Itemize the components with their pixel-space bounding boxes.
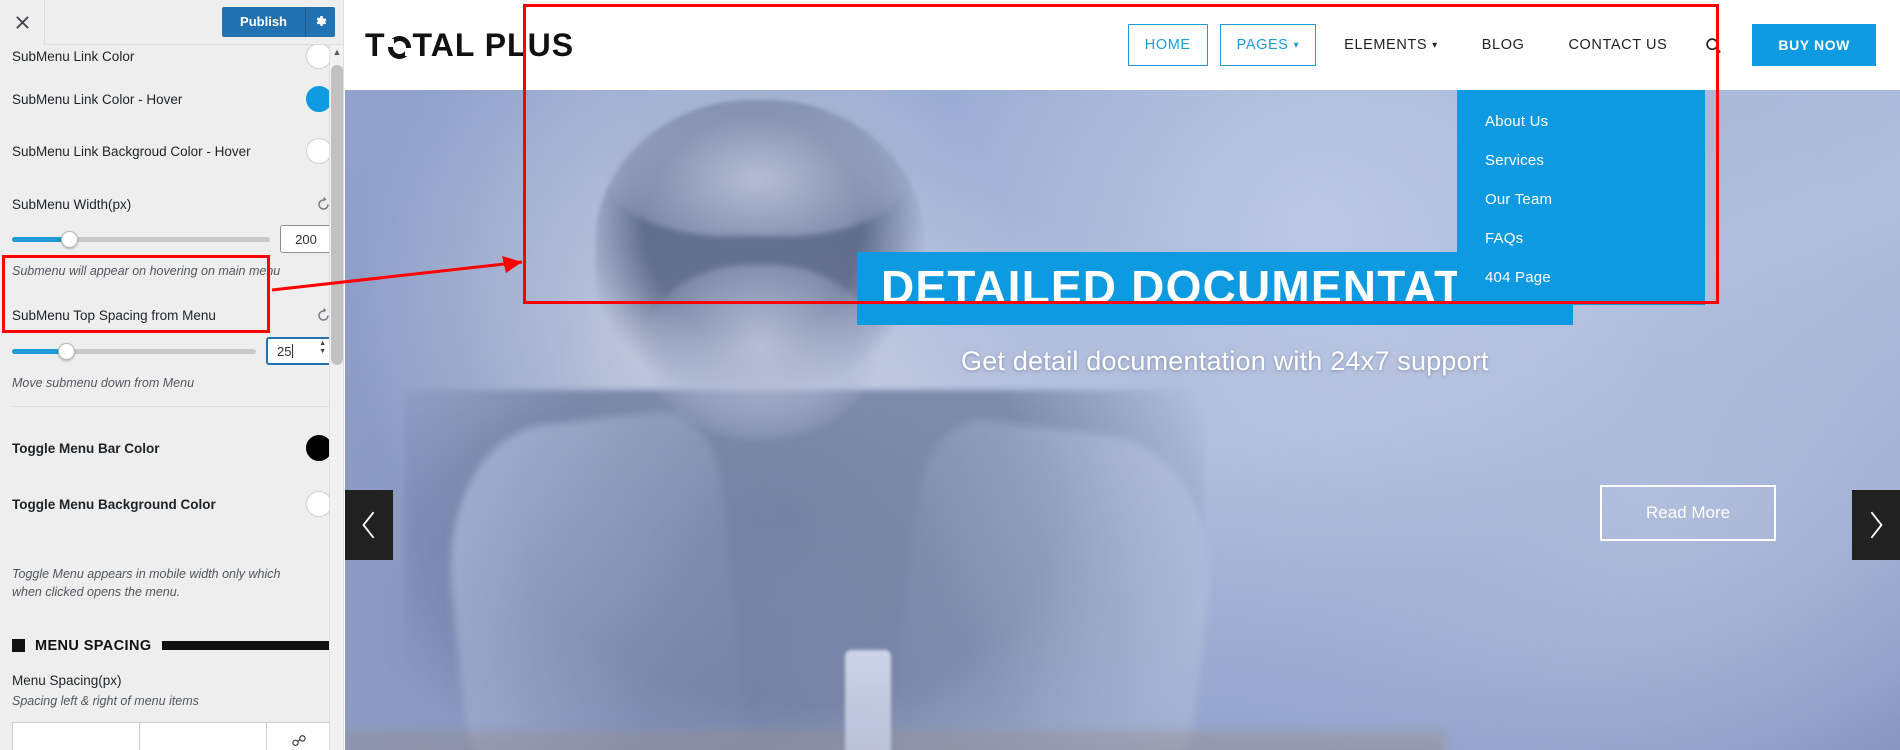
submenu-width-description: Submenu will appear on hovering on main … bbox=[12, 264, 281, 278]
nav-label: ELEMENTS bbox=[1344, 37, 1428, 53]
chevron-right-icon bbox=[1870, 511, 1883, 539]
chevron-left-icon bbox=[362, 511, 375, 539]
nav-item-blog[interactable]: BLOG bbox=[1466, 25, 1541, 65]
control-label: SubMenu Width(px) bbox=[12, 196, 132, 212]
nav-label: CONTACT US bbox=[1568, 37, 1668, 53]
control-label: Toggle Menu Bar Color bbox=[12, 440, 160, 456]
section-rule bbox=[161, 641, 332, 650]
search-icon bbox=[1706, 37, 1722, 53]
publish-settings-button[interactable] bbox=[305, 7, 335, 37]
publish-button[interactable]: Publish bbox=[222, 6, 305, 38]
control-toggle-menu-background-color[interactable]: Toggle Menu Background Color bbox=[0, 479, 343, 529]
spinner-down-icon[interactable]: ▼ bbox=[319, 348, 326, 355]
chevron-down-icon: ▾ bbox=[1432, 39, 1438, 51]
control-label: SubMenu Link Color - Hover bbox=[12, 91, 183, 107]
menu-spacing-description: Spacing left & right of menu items bbox=[12, 693, 199, 708]
logo-ring-icon bbox=[386, 35, 412, 59]
control-submenu-top-spacing-header: SubMenu Top Spacing from Menu bbox=[0, 293, 343, 337]
divider bbox=[12, 406, 332, 408]
submenu-top-spacing-slider[interactable] bbox=[12, 342, 256, 360]
link-values-toggle[interactable]: ☍ bbox=[267, 723, 331, 750]
submenu-item-404-page[interactable]: 404 Page bbox=[1457, 258, 1705, 297]
customizer-scrollbar[interactable]: ▲ bbox=[329, 45, 343, 750]
menu-spacing-right-input[interactable] bbox=[140, 722, 267, 750]
submenu-item-our-team[interactable]: Our Team bbox=[1457, 180, 1705, 219]
section-title: MENU SPACING bbox=[35, 637, 152, 654]
site-preview: DETAILED DOCUMENTATION Get detail docume… bbox=[345, 0, 1900, 750]
submenu-width-slider-row[interactable]: 200 bbox=[0, 225, 343, 253]
chevron-down-icon: ▾ bbox=[1293, 39, 1300, 51]
menu-spacing-left-input[interactable] bbox=[13, 722, 140, 750]
close-customizer-button[interactable] bbox=[0, 0, 45, 45]
control-label: SubMenu Link Backgroud Color - Hover bbox=[12, 143, 251, 159]
site-header: T TAL PLUS HOME PAGES ▾ ELEMENTS ▾ BLOG … bbox=[345, 0, 1900, 90]
nav-item-home[interactable]: HOME bbox=[1127, 24, 1208, 66]
control-label: SubMenu Link Color bbox=[12, 48, 135, 64]
customizer-topbar: Publish bbox=[0, 0, 343, 45]
control-submenu-link-color-hover[interactable]: SubMenu Link Color - Hover bbox=[0, 73, 343, 125]
logo-text-before: T bbox=[365, 26, 386, 63]
main-navigation: HOME PAGES ▾ ELEMENTS ▾ BLOG CONTACT US bbox=[1122, 24, 1900, 66]
control-submenu-link-bg-color-hover[interactable]: SubMenu Link Backgroud Color - Hover bbox=[0, 125, 343, 177]
control-submenu-width-header: SubMenu Width(px) bbox=[0, 183, 343, 225]
hero-read-more-button[interactable]: Read More bbox=[1600, 485, 1777, 541]
close-icon bbox=[15, 16, 29, 29]
spinner-up-icon[interactable]: ▲ bbox=[319, 340, 326, 347]
site-search-button[interactable] bbox=[1689, 27, 1738, 64]
hero-subtitle: Get detail documentation with 24x7 suppo… bbox=[961, 346, 1489, 376]
nav-label: PAGES bbox=[1236, 37, 1289, 53]
submenu-width-value[interactable]: 200 bbox=[280, 225, 332, 253]
logo-text-after: TAL PLUS bbox=[412, 26, 575, 63]
scroll-up-icon[interactable]: ▲ bbox=[332, 47, 342, 57]
publish-group: Publish bbox=[222, 0, 343, 44]
spinner-arrows[interactable]: ▲ ▼ bbox=[319, 340, 326, 355]
control-label: Toggle Menu Background Color bbox=[12, 496, 216, 512]
customizer-scroll-area[interactable]: SubMenu Link Color SubMenu Link Color - … bbox=[0, 45, 343, 750]
nav-label: BLOG bbox=[1481, 37, 1525, 53]
submenu-item-about-us[interactable]: About Us bbox=[1457, 102, 1705, 141]
control-submenu-link-color[interactable]: SubMenu Link Color bbox=[0, 45, 343, 73]
control-label: SubMenu Top Spacing from Menu bbox=[12, 307, 216, 323]
slider-next-button[interactable] bbox=[1852, 490, 1900, 560]
submenu-top-spacing-slider-row[interactable]: 25 ▲ ▼ bbox=[0, 337, 343, 366]
toggle-menu-note: Toggle Menu appears in mobile width only… bbox=[12, 567, 281, 600]
nav-label: HOME bbox=[1144, 37, 1191, 53]
nav-item-contact-us[interactable]: CONTACT US bbox=[1552, 25, 1683, 65]
submenu-item-services[interactable]: Services bbox=[1457, 141, 1705, 180]
customizer-panel: Publish SubMenu Link Color SubMenu Link … bbox=[0, 0, 344, 750]
pages-submenu: About Us Services Our Team FAQs 404 Page bbox=[1457, 90, 1705, 305]
slider-prev-button[interactable] bbox=[345, 490, 393, 560]
link-fields-icon: ☍ bbox=[291, 732, 307, 750]
site-logo[interactable]: T TAL PLUS bbox=[365, 27, 574, 64]
submenu-item-faqs[interactable]: FAQs bbox=[1457, 219, 1705, 258]
gear-icon bbox=[316, 16, 326, 26]
submenu-top-spacing-value: 25 bbox=[277, 343, 292, 359]
slider-knob[interactable] bbox=[57, 342, 75, 360]
section-marker-icon bbox=[12, 639, 25, 652]
section-menu-spacing: MENU SPACING bbox=[0, 637, 343, 654]
scrollbar-thumb[interactable] bbox=[331, 65, 343, 365]
submenu-top-spacing-description: Move submenu down from Menu bbox=[12, 376, 195, 391]
submenu-width-slider[interactable] bbox=[12, 230, 270, 248]
menu-spacing-inputs[interactable]: ☍ bbox=[12, 721, 332, 750]
control-toggle-menu-bar-color[interactable]: Toggle Menu Bar Color bbox=[0, 417, 343, 479]
slider-knob[interactable] bbox=[60, 230, 78, 248]
buy-now-button[interactable]: BUY NOW bbox=[1752, 24, 1876, 66]
control-label: Menu Spacing(px) bbox=[12, 673, 122, 688]
submenu-top-spacing-input[interactable]: 25 ▲ ▼ bbox=[266, 337, 332, 366]
nav-item-elements[interactable]: ELEMENTS ▾ bbox=[1328, 25, 1454, 65]
nav-item-pages[interactable]: PAGES ▾ bbox=[1219, 24, 1317, 66]
